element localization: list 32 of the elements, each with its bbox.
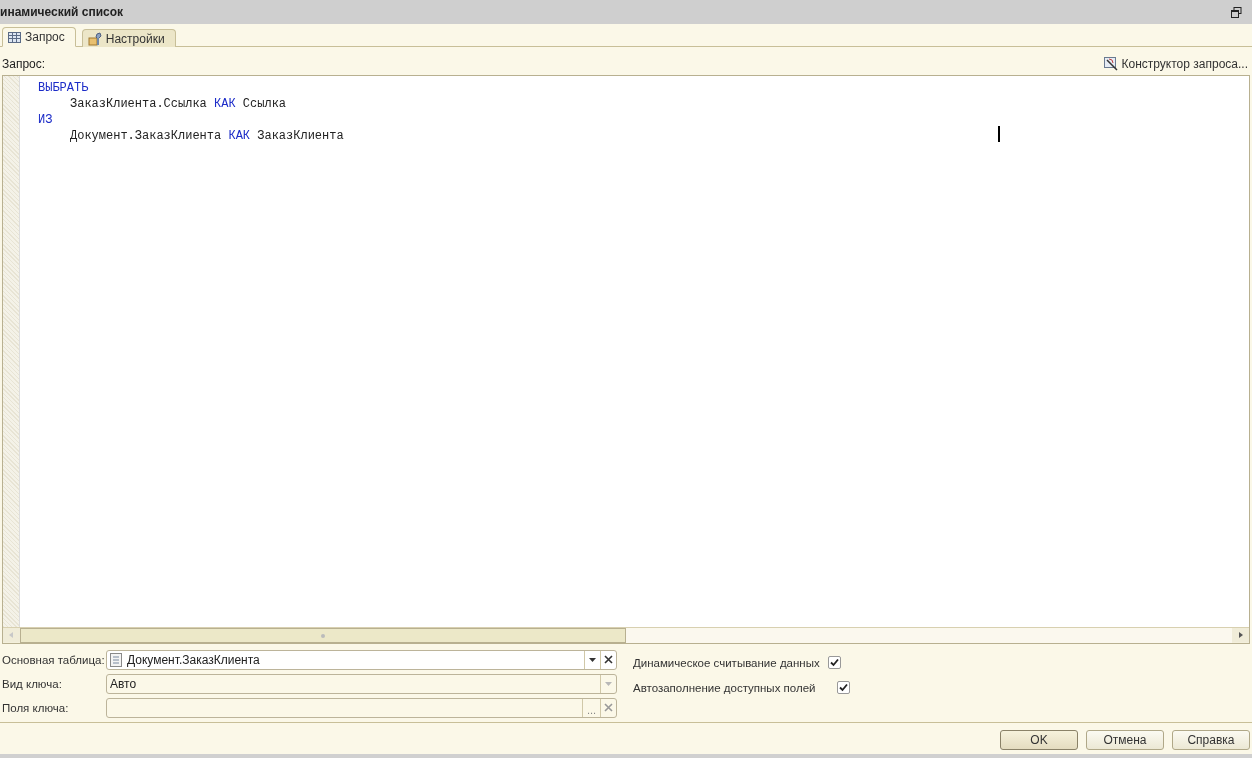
window-title: инамический список <box>0 5 125 19</box>
code-line: Документ.ЗаказКлиента КАК ЗаказКлиента <box>70 128 344 144</box>
field-label: Основная таблица: <box>2 654 106 666</box>
text-cursor <box>998 126 1000 142</box>
input-field[interactable]: Документ.ЗаказКлиента <box>106 650 617 670</box>
query-label: Запрос: <box>2 57 46 71</box>
checkbox-label: Динамическое считывание данных <box>633 656 820 669</box>
clear-icon[interactable] <box>600 651 616 669</box>
code-line: ИЗ <box>38 112 53 128</box>
dialog-button[interactable]: Справка <box>1172 730 1250 750</box>
dialog-button[interactable]: Отмена <box>1086 730 1164 750</box>
scroll-right-icon[interactable] <box>1232 628 1249 642</box>
code-line: ЗаказКлиента.Ссылка КАК Ссылка <box>70 96 287 112</box>
tab[interactable]: Настройки <box>81 29 176 47</box>
query-builder-button[interactable]: Конструктор запроса... <box>1103 57 1248 71</box>
tab[interactable]: Запрос <box>2 27 76 47</box>
horizontal-scrollbar[interactable] <box>3 627 1249 643</box>
checkbox-label: Автозаполнение доступных полей <box>633 681 816 694</box>
restore-icon[interactable] <box>1231 6 1242 18</box>
field-label: Вид ключа: <box>2 678 63 690</box>
code-line: ВЫБРАТЬ <box>38 80 89 96</box>
wrench-icon <box>87 31 102 46</box>
table-icon <box>8 31 21 43</box>
dialog-button[interactable]: OK <box>1000 730 1078 750</box>
checkbox[interactable] <box>827 656 841 669</box>
scrollbar-thumb[interactable] <box>20 628 626 643</box>
checkbox[interactable] <box>837 681 851 694</box>
document-icon <box>110 653 122 667</box>
code-editor[interactable]: ВЫБРАТЬ ЗаказКлиента.Ссылка КАК Ссылка ИЗ Документ.ЗаказКлиента КАК ЗаказКлиента <box>2 75 1250 644</box>
wand-icon <box>1103 57 1119 71</box>
input-field[interactable]: Авто <box>106 674 617 694</box>
field-label: Поля ключа: <box>2 702 70 714</box>
